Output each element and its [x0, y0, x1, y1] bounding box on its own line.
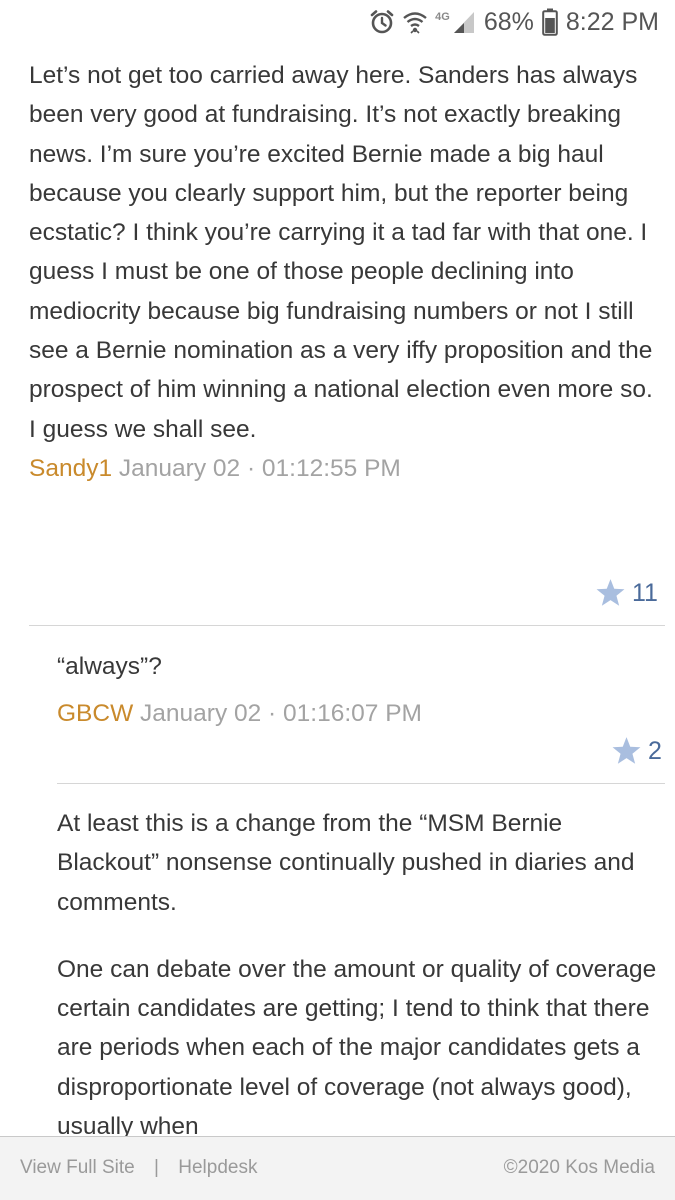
comment-paragraph: One can debate over the amount or qualit…	[57, 955, 657, 1141]
signal-icon	[452, 10, 476, 34]
battery-icon	[542, 8, 558, 36]
comment-author-link[interactable]: GBCW	[57, 700, 133, 727]
comment-paragraph: At least this is a change from the “MSM …	[57, 810, 635, 916]
recommend-button[interactable]: 2	[611, 736, 662, 766]
battery-percentage: 68%	[483, 7, 534, 36]
comment: Let’s not get too carried away here. San…	[0, 56, 675, 484]
network-type-label: 4G	[435, 11, 450, 23]
comment-timestamp: January 02 · 01:12:55 PM	[118, 454, 401, 482]
comment-text: At least this is a change from the “MSM …	[57, 804, 665, 1146]
comment-text: “always”?	[57, 653, 162, 680]
recommend-count: 2	[648, 736, 662, 765]
copyright-text: ©2020 Kos Media	[503, 1157, 655, 1178]
status-icons: 4G 68% 8:22 PM	[369, 6, 659, 38]
comment-divider	[29, 625, 665, 626]
star-icon	[612, 737, 641, 764]
wifi-icon	[403, 9, 427, 35]
footer: View Full Site | Helpdesk ©2020 Kos Medi…	[0, 1136, 675, 1200]
comment-text: Let’s not get too carried away here. San…	[29, 62, 653, 443]
recommend-button[interactable]: 11	[595, 578, 658, 608]
comment-divider	[57, 783, 665, 784]
comment-meta: Sandy1 January 02 · 01:12:55 PM	[29, 454, 675, 484]
view-full-site-link[interactable]: View Full Site	[20, 1157, 135, 1178]
star-icon	[596, 579, 625, 606]
alarm-icon	[369, 9, 395, 35]
comment-reply: At least this is a change from the “MSM …	[0, 804, 675, 1146]
recommend-count: 11	[632, 578, 658, 607]
footer-separator: |	[154, 1157, 159, 1178]
helpdesk-link[interactable]: Helpdesk	[178, 1157, 257, 1178]
comment-timestamp: January 02 · 01:16:07 PM	[140, 700, 422, 728]
comment-author-link[interactable]: Sandy1	[29, 455, 112, 482]
comment-reply: “always”? GBCW January 02 · 01:16:07 PM	[0, 647, 675, 729]
clock-time: 8:22 PM	[565, 7, 659, 36]
comment-meta: GBCW January 02 · 01:16:07 PM	[57, 699, 675, 729]
status-bar: 4G 68% 8:22 PM	[0, 0, 675, 44]
